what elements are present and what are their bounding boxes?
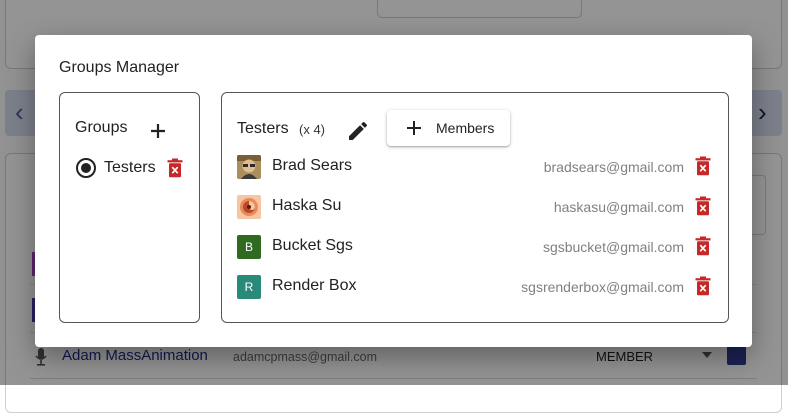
member-name: Brad Sears <box>272 157 353 174</box>
member-row: B Bucket Sgs sgsbucket@gmail.com <box>237 234 715 260</box>
members-count: (x 4) <box>299 122 325 137</box>
delete-member-icon[interactable] <box>694 276 712 296</box>
member-email: bradsears@gmail.com <box>543 159 684 175</box>
dialog-title: Groups Manager <box>59 59 180 76</box>
members-panel: Testers (x 4) Members Brad Sears bradsea… <box>221 92 729 323</box>
delete-member-icon[interactable] <box>694 236 712 256</box>
photo-avatar <box>237 155 261 179</box>
delete-member-icon[interactable] <box>694 156 712 176</box>
member-name: Bucket Sgs <box>272 237 353 254</box>
member-email: haskasu@gmail.com <box>553 199 684 215</box>
letter-avatar: R <box>237 275 261 299</box>
group-item[interactable]: Testers <box>75 157 195 181</box>
delete-group-icon[interactable] <box>166 158 184 178</box>
groups-panel: Groups Testers <box>59 92 200 323</box>
delete-member-icon[interactable] <box>694 196 712 216</box>
groups-heading: Groups <box>75 119 128 136</box>
letter-avatar: B <box>237 235 261 259</box>
plus-icon <box>407 121 421 135</box>
add-members-label: Members <box>436 120 495 136</box>
member-row: Haska Su haskasu@gmail.com <box>237 194 715 220</box>
add-group-icon[interactable] <box>146 119 170 143</box>
member-email: sgsbucket@gmail.com <box>542 239 684 255</box>
group-radio[interactable] <box>76 158 96 178</box>
member-row: R Render Box sgsrenderbox@gmail.com <box>237 274 715 300</box>
groups-manager-dialog: Groups Manager Groups Testers Testers (x… <box>35 35 752 347</box>
member-email: sgsrenderbox@gmail.com <box>521 279 684 295</box>
members-group-name: Testers <box>237 120 289 137</box>
member-name: Render Box <box>272 277 357 294</box>
edit-pencil-icon[interactable] <box>346 119 370 143</box>
member-row: Brad Sears bradsears@gmail.com <box>237 154 715 180</box>
swirl-avatar <box>237 195 261 219</box>
group-name: Testers <box>104 159 156 176</box>
add-members-button[interactable]: Members <box>387 110 510 146</box>
member-name: Haska Su <box>272 197 342 214</box>
